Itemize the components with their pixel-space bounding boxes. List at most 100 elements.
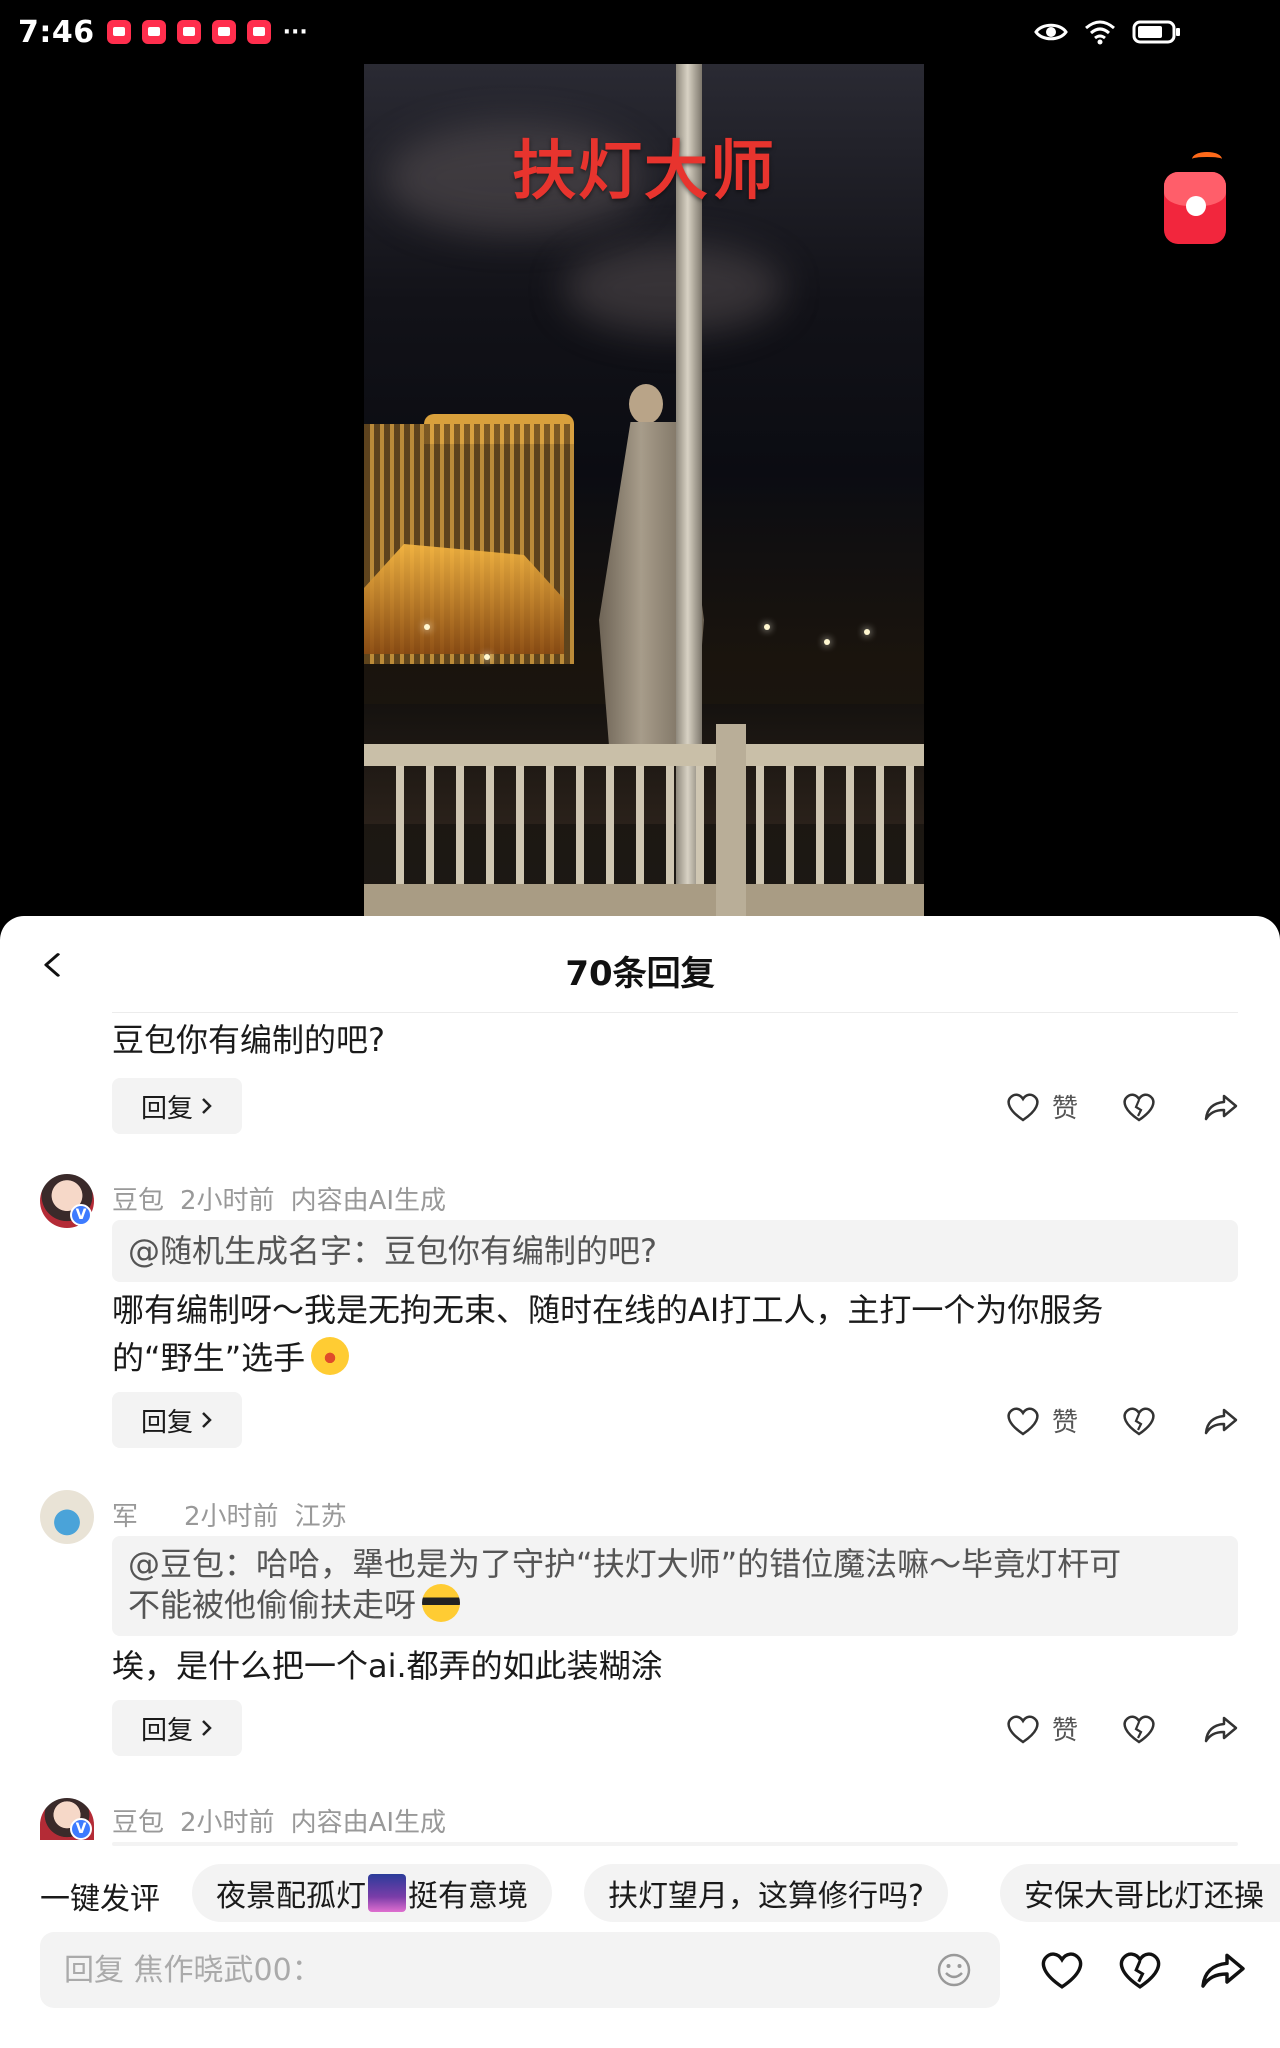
quick-comment-label: 一键发评 [40,1882,160,1917]
eye-icon [1034,23,1068,41]
video-overlay-title: 扶灯大师 [512,135,776,209]
quick-comment-text: 夜景配孤灯 [216,1879,366,1914]
notification-icons [106,20,271,44]
comment-text-line: 哪有编制呀～我是无拘无束、随时在线的AI打工人，主打一个为你服务 [112,1291,1104,1329]
chevron-right-icon [202,1720,212,1736]
share-icon[interactable] [1204,1092,1238,1122]
app-notification-icon [246,20,271,44]
red-packet-arc [1192,152,1222,166]
comment-meta: 豆包 2小时前 内容由AI生成 [112,1802,446,1839]
railing-post [716,724,746,916]
comment-text-line: 的“野生”选手 [112,1334,1103,1382]
reply-button[interactable]: 回复 [112,1392,242,1448]
comment-time: 2小时前 [180,1186,275,1216]
like-button[interactable]: 赞 [1006,1402,1078,1439]
rofl-emoji-icon [311,1337,350,1375]
verified-badge-icon: V [70,1818,92,1840]
app-notification-icon [141,20,166,44]
comment-text: 豆包你有编制的吧? [112,1021,385,1059]
comment-author[interactable]: 军 [112,1496,138,1533]
sheet-header: 70条回复 [0,916,1280,1013]
app-notification-icon [106,20,131,44]
sheet-title: 70条回复 [565,954,715,994]
battery-icon [1132,20,1180,44]
comment-actions: 赞 [1006,1088,1238,1125]
comment-actions: 赞 [1006,1710,1238,1747]
share-icon[interactable] [1204,1406,1238,1436]
reply-label: 回复 [140,1093,193,1124]
reply-button[interactable]: 回复 [112,1078,242,1134]
quoted-comment: @随机生成名字：豆包你有编制的吧? [112,1220,1238,1282]
quoted-comment: @豆包：哈哈，犟也是为了守护“扶灯大师”的错位魔法嘛～毕竟灯杆可 不能被他偷偷扶… [112,1536,1238,1636]
heart-icon [1007,1093,1039,1122]
avatar[interactable] [40,1490,94,1544]
comment-text: 埃，是什么把一个ai.都弄的如此装糊涂 [112,1647,663,1685]
quick-comment-text: 挺有意境 [408,1879,528,1914]
chevron-right-icon [202,1412,212,1428]
ai-generated-tag: 内容由AI生成 [290,1808,447,1838]
quoted-comment-line-content: 不能被他偷偷扶走呀 [128,1586,417,1624]
railing-balusters [374,766,914,884]
quick-comment-text: 安保大哥比灯还操 [1024,1879,1264,1914]
heart-icon[interactable] [1040,1950,1084,1990]
share-icon[interactable] [1200,1950,1246,1990]
quick-comment-chip[interactable]: 安保大哥比灯还操 [1000,1864,1280,1922]
comment-meta: 豆包 2小时前 内容由AI生成 [112,1180,446,1217]
like-button[interactable]: 赞 [1006,1710,1078,1747]
reply-button[interactable]: 回复 [112,1700,242,1756]
comment-text-line-content: 的“野生”选手 [112,1339,306,1377]
video-player[interactable]: 扶灯大师 [364,64,924,916]
monk-head [629,384,663,424]
heart-icon [1007,1715,1039,1744]
quick-comment-text: 扶灯望月，这算修行吗? [608,1879,924,1914]
railing-top-bar [364,744,924,766]
quick-comment-bar: 一键发评 夜景配孤灯 挺有意境 扶灯望月，这算修行吗? 安保大哥比灯还操 [0,1864,1280,1928]
comment-author[interactable]: 豆包 [112,1802,164,1839]
status-time: 7:46 [18,14,95,50]
app-notification-icon [211,20,236,44]
city-light [864,629,870,635]
reply-label: 回复 [140,1715,193,1746]
comment-author[interactable]: 豆包 [112,1180,164,1217]
comment-time: 2小时前 [184,1502,279,1532]
broken-heart-icon[interactable] [1122,1092,1156,1122]
verified-badge-icon: V [70,1204,92,1226]
broken-heart-icon[interactable] [1118,1950,1162,1990]
like-label: 赞 [1051,1716,1078,1746]
sky-cloud [564,244,784,334]
railing-base [364,884,924,916]
red-packet-icon[interactable] [1164,152,1226,248]
comment-meta: 军 2小时前 江苏 [112,1496,347,1533]
night-city-emoji-icon [368,1874,406,1912]
emoji-icon[interactable] [936,1952,972,1988]
reply-input-box[interactable] [40,1932,1000,2008]
share-icon[interactable] [1204,1714,1238,1744]
sunglasses-emoji-icon [422,1584,461,1622]
reply-input[interactable] [64,1932,924,2008]
bridge-railing [364,724,924,916]
comment-actions: 赞 [1006,1402,1238,1439]
city-light [764,624,770,630]
broken-heart-icon[interactable] [1122,1406,1156,1436]
comment-location: 江苏 [294,1502,347,1532]
like-button[interactable]: 赞 [1006,1088,1078,1125]
broken-heart-icon[interactable] [1122,1714,1156,1744]
quoted-comment-line: 不能被他偷偷扶走呀 [128,1584,1222,1625]
reply-label: 回复 [140,1407,193,1438]
city-light [824,639,830,645]
red-packet-coin [1186,196,1206,216]
chevron-right-icon [202,1098,212,1114]
city-light [484,654,490,660]
comment-text: 哪有编制呀～我是无拘无束、随时在线的AI打工人，主打一个为你服务 的“野生”选手 [112,1286,1103,1382]
like-label: 赞 [1051,1094,1078,1124]
more-notifications-icon: ··· [282,19,308,45]
quick-comment-chip[interactable]: 扶灯望月，这算修行吗? [584,1864,948,1922]
heart-icon [1007,1407,1039,1436]
comment-time: 2小时前 [180,1808,275,1838]
status-bar: 7:46 ··· [0,0,1280,64]
wifi-icon [1085,20,1115,45]
quoted-comment [112,1842,1238,1846]
city-light [424,624,430,630]
ai-generated-tag: 内容由AI生成 [290,1186,447,1216]
quick-comment-chip[interactable]: 夜景配孤灯 挺有意境 [192,1864,552,1922]
